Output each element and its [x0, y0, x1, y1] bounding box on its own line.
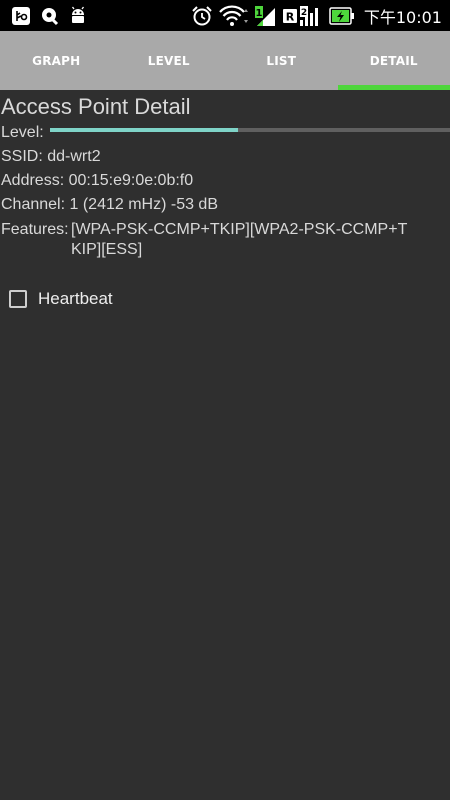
- mobile-signal-1-icon: 1: [254, 5, 277, 27]
- features-value: [WPA-PSK-CCMP+TKIP][WPA2-PSK-CCMP+TKIP][…: [71, 221, 408, 258]
- android-icon: [69, 6, 87, 26]
- battery-charging-icon: [329, 5, 355, 27]
- tab-list[interactable]: LIST: [225, 31, 338, 90]
- status-bar-left: [0, 6, 87, 26]
- heartbeat-label: Heartbeat: [38, 289, 113, 308]
- level-label: Level:: [1, 124, 44, 141]
- tab-label: LEVEL: [147, 53, 190, 68]
- features-label: Features:: [1, 221, 69, 238]
- status-time: 下午10:01: [363, 7, 442, 27]
- heartbeat-checkbox[interactable]: Heartbeat: [9, 289, 113, 309]
- svg-text:2: 2: [301, 8, 307, 18]
- tab-label: LIST: [266, 53, 297, 68]
- svg-text:1: 1: [255, 8, 262, 19]
- usb-debug-icon: [11, 6, 31, 26]
- tab-level[interactable]: LEVEL: [113, 31, 226, 90]
- status-bar-right: 1 R 2 下午10:01: [191, 4, 450, 28]
- level-progress-fill: [50, 128, 238, 132]
- tab-graph[interactable]: GRAPH: [0, 31, 113, 90]
- tab-detail[interactable]: DETAIL: [337, 31, 450, 90]
- alarm-icon: [191, 5, 213, 27]
- ssid-text: SSID: dd-wrt2: [1, 148, 101, 165]
- page-title: Access Point Detail: [1, 94, 191, 119]
- roaming-signal-2-icon: R 2: [282, 5, 323, 27]
- tab-bar: GRAPH LEVEL LIST DETAIL: [0, 31, 450, 90]
- svg-text:R: R: [286, 10, 295, 23]
- detail-panel: Access Point Detail Level: SSID: dd-wrt2…: [0, 90, 450, 800]
- tab-label: GRAPH: [32, 53, 81, 68]
- status-bar: 1 R 2 下午10:01: [0, 0, 450, 31]
- level-progress-bar: [50, 128, 450, 132]
- vpn-key-icon: [40, 6, 60, 26]
- tab-label: DETAIL: [369, 53, 418, 68]
- channel-text: Channel: 1 (2412 mHz) -53 dB: [1, 196, 218, 213]
- wifi-icon: [219, 5, 249, 27]
- checkbox-box[interactable]: [9, 290, 27, 308]
- address-text: Address: 00:15:e9:0e:0b:f0: [1, 172, 194, 189]
